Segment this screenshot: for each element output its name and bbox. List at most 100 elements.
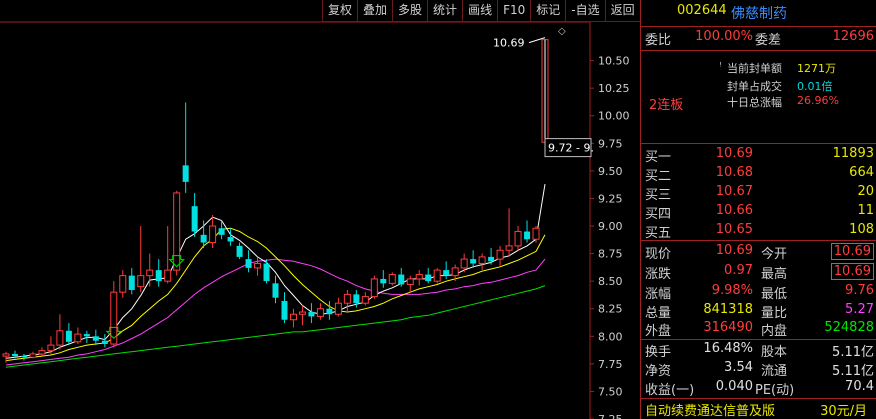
weicha-value: 12696 <box>832 29 874 44</box>
divider <box>641 26 876 27</box>
candle-body <box>74 333 82 343</box>
candle-body <box>29 353 37 358</box>
quote-panel: 002644 佛慈制药 委比 100.00% 委差 12696 ꜝ 当前封单额 … <box>640 0 876 419</box>
bid-price: 10.66 <box>715 203 753 218</box>
eps-label: 收益(一) <box>645 383 695 398</box>
kline-chart[interactable]: 10.50 10.25 10.00 9.75 9.50 9.25 9.00 8.75 8.50 8… <box>0 0 640 419</box>
turn-label: 换手 <box>645 345 672 360</box>
candle-body <box>65 330 72 342</box>
weibi-label: 委比 <box>645 33 672 48</box>
candle-body <box>11 353 18 357</box>
seal-amount-label: 当前封单额 <box>727 62 782 75</box>
candle-body <box>316 308 324 317</box>
toolbar-button[interactable]: 叠加 <box>357 0 393 22</box>
divider <box>641 398 876 399</box>
candle-body <box>496 249 504 260</box>
outer-value: 316490 <box>703 320 753 335</box>
now-value: 10.69 <box>715 243 753 258</box>
bid-row[interactable]: 买一 10.69 11893 <box>641 146 876 165</box>
bid-row[interactable]: 买二 10.68 664 <box>641 165 876 184</box>
high-price-label: 10.69 <box>493 37 525 50</box>
weicha-label: 委差 <box>755 33 782 48</box>
seal-ratio-value: 0.01倍 <box>797 80 833 93</box>
low-label: 最低 <box>761 287 788 302</box>
price-axis-label: 8.25 <box>598 303 623 316</box>
quote-row-outer: 外盘 316490 内盘 524828 <box>641 320 876 339</box>
bid-price: 10.65 <box>715 222 753 237</box>
bid-row[interactable]: 买五 10.65 108 <box>641 222 876 241</box>
kline-chart-area[interactable]: 10.50 10.25 10.00 9.75 9.50 9.25 9.00 8.75 8.50 8… <box>0 0 640 419</box>
open-value: 10.69 <box>830 243 874 260</box>
stock-code: 002644 <box>677 3 727 18</box>
cap-value: 5.11亿 <box>832 345 874 360</box>
candle-body <box>272 283 279 298</box>
toolbar-button[interactable]: 统计 <box>427 0 463 22</box>
price-axis-label: 10.00 <box>598 110 630 123</box>
pin-icon: ꜝ <box>719 60 722 73</box>
price-axis-label: 9.25 <box>598 192 623 205</box>
toolbar-button[interactable]: 画线 <box>462 0 498 22</box>
candle-body <box>361 296 369 304</box>
candle-body <box>433 269 441 282</box>
price-axis-label: 7.75 <box>598 358 623 371</box>
bid-label: 买二 <box>645 169 672 184</box>
candle-body <box>415 274 423 280</box>
bid-label: 买三 <box>645 188 672 203</box>
divider <box>641 339 876 340</box>
toolbar-button[interactable]: 返回 <box>604 0 640 22</box>
candle-body <box>101 340 108 345</box>
open-label: 今开 <box>761 247 788 262</box>
candle-body <box>227 237 234 242</box>
bid-row[interactable]: 买四 10.66 11 <box>641 203 876 222</box>
toolbar-button[interactable]: 多股 <box>392 0 428 22</box>
inner-value: 524828 <box>824 320 874 335</box>
candle-body <box>308 312 315 317</box>
ten-day-row: 2连板 十日总涨幅 26.96% <box>641 94 876 113</box>
pct-value: 9.98% <box>711 283 753 298</box>
turn-value: 16.48% <box>703 341 753 356</box>
candle-body <box>334 302 342 315</box>
price-axis-label: 8.50 <box>598 275 623 288</box>
quote-row-pct: 涨幅 9.98% 最低 9.76 <box>641 283 876 302</box>
nav-value: 3.54 <box>724 360 753 375</box>
now-label: 现价 <box>645 247 672 262</box>
bid-volume: 108 <box>849 222 874 237</box>
candle-body <box>209 225 217 244</box>
toolbar-button[interactable]: F10 <box>497 0 531 22</box>
toolbar-button[interactable]: 复权 <box>322 0 358 22</box>
candle-body <box>83 334 90 337</box>
pe-label: PE(动) <box>755 383 795 398</box>
candle-body <box>460 258 468 269</box>
promo-price[interactable]: 30元/月 <box>820 400 867 419</box>
inner-label: 内盘 <box>761 324 788 339</box>
chg-label: 涨跌 <box>645 267 672 282</box>
toolbar-button[interactable]: 标记 <box>530 0 566 22</box>
candle-body <box>343 293 351 304</box>
bid-row[interactable]: 买三 10.67 20 <box>641 184 876 203</box>
eps-value: 0.040 <box>715 379 753 394</box>
seal-amount-value: 1271万 <box>797 62 836 75</box>
candle-body <box>263 263 270 282</box>
promo-banner[interactable]: 自动续费通达信普及版 30元/月 <box>641 400 876 419</box>
candle-body <box>146 269 154 277</box>
outer-label: 外盘 <box>645 324 672 339</box>
toolbar-button[interactable]: -自选 <box>565 0 605 22</box>
pe-value: 70.4 <box>845 379 874 394</box>
float-label: 流通 <box>761 364 788 379</box>
candle-body <box>47 344 55 352</box>
bid-volume: 664 <box>849 165 874 180</box>
price-axis-label: 8.75 <box>598 248 623 261</box>
candle-body <box>182 165 189 182</box>
candle-body <box>164 269 172 282</box>
seal-amount-row: ꜝ 当前封单额 1271万 <box>641 60 876 76</box>
vr-label: 量比 <box>761 306 788 321</box>
ten-day-label: 十日总涨幅 <box>727 96 782 109</box>
bid-price: 10.68 <box>715 165 753 180</box>
promo-text[interactable]: 自动续费通达信普及版 <box>645 400 775 419</box>
candle-body <box>388 274 396 284</box>
price-axis-label: 10.50 <box>598 55 630 68</box>
candle-body <box>20 356 27 358</box>
price-axis-label: 7.25 <box>598 413 623 419</box>
bid-volume: 11 <box>857 203 874 218</box>
candle-body <box>488 256 495 262</box>
